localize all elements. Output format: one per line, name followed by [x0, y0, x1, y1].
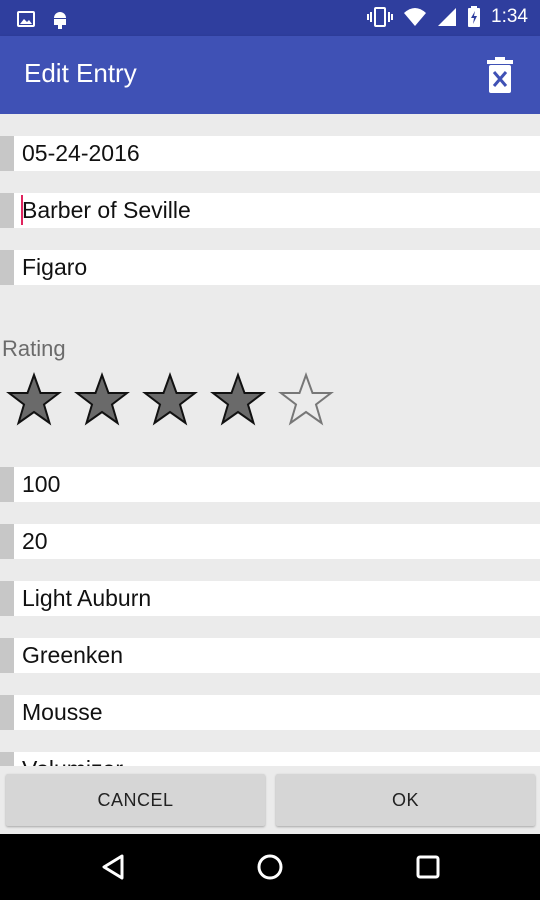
- back-icon[interactable]: [98, 852, 128, 882]
- star-filled-icon[interactable]: [6, 372, 62, 428]
- name-field[interactable]: Figaro: [0, 250, 540, 285]
- vibrate-icon: [367, 7, 394, 27]
- date-value: 05-24-2016: [22, 140, 140, 166]
- input-field[interactable]: 20: [0, 524, 540, 559]
- field-marker: [0, 638, 14, 673]
- input-field[interactable]: Mousse: [0, 695, 540, 730]
- field-value: Mousse: [22, 699, 103, 725]
- android-notification-icon: [54, 12, 66, 29]
- delete-icon[interactable]: [484, 56, 516, 94]
- star-empty-icon[interactable]: [278, 372, 334, 428]
- button-panel: CANCEL OK: [0, 766, 540, 834]
- field-value: 100: [22, 471, 61, 497]
- field-value: Greenken: [22, 642, 124, 668]
- recents-icon[interactable]: [413, 852, 443, 882]
- field-marker: [0, 136, 14, 171]
- battery-charging-icon: [468, 6, 481, 27]
- title-value: Barber of Seville: [22, 197, 191, 223]
- cell-signal-icon: [438, 8, 457, 26]
- field-marker: [0, 581, 14, 616]
- field-marker: [0, 467, 14, 502]
- star-filled-icon[interactable]: [210, 372, 266, 428]
- title-field[interactable]: Barber of Seville: [0, 193, 540, 228]
- name-value: Figaro: [22, 254, 88, 280]
- field-marker: [0, 695, 14, 730]
- status-bar: 1:34: [0, 0, 540, 36]
- input-field[interactable]: 100: [0, 467, 540, 502]
- field-marker: [0, 250, 14, 285]
- star-filled-icon[interactable]: [142, 372, 198, 428]
- date-field[interactable]: 05-24-2016: [0, 136, 540, 171]
- rating-bar[interactable]: [6, 372, 346, 428]
- home-icon[interactable]: [255, 852, 285, 882]
- field-value: 20: [22, 528, 48, 554]
- input-field[interactable]: Light Auburn: [0, 581, 540, 616]
- image-notification-icon: [17, 11, 35, 27]
- wifi-icon: [404, 8, 427, 26]
- field-marker: [0, 524, 14, 559]
- cancel-button[interactable]: CANCEL: [6, 774, 265, 826]
- page-title: Edit Entry: [24, 58, 137, 88]
- input-field[interactable]: Volumizer: [0, 752, 540, 766]
- app-bar: Edit Entry: [0, 36, 540, 114]
- field-value: Light Auburn: [22, 585, 152, 611]
- field-marker: [0, 193, 14, 228]
- star-filled-icon[interactable]: [74, 372, 130, 428]
- rating-label: Rating: [2, 336, 66, 361]
- input-field[interactable]: Greenken: [0, 638, 540, 673]
- field-value: Volumizer: [22, 756, 123, 766]
- entry-form[interactable]: 05-24-2016 Barber of Seville Figaro Rati…: [0, 114, 540, 766]
- field-marker: [0, 752, 14, 766]
- ok-button[interactable]: OK: [276, 774, 535, 826]
- navigation-bar: [0, 834, 540, 900]
- status-time: 1:34: [491, 6, 528, 27]
